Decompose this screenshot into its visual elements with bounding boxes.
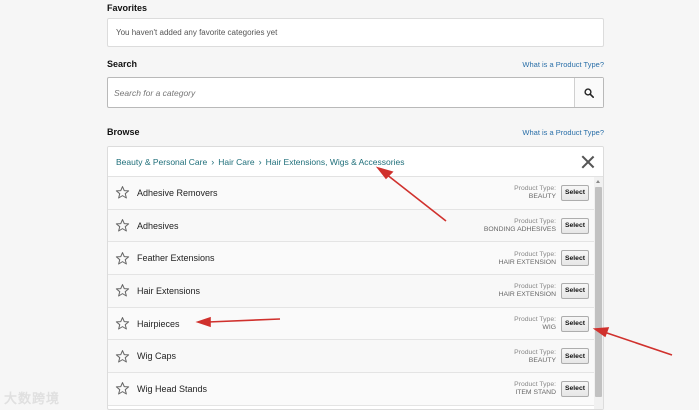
star-icon[interactable] (115, 283, 130, 298)
category-name: Hair Extensions (137, 285, 201, 296)
breadcrumb: Beauty & Personal Care › Hair Care › Hai… (108, 147, 603, 177)
list-item[interactable]: Adhesive Removers Product Type: BEAUTY Sele… (108, 177, 594, 210)
category-name: Wig Caps (137, 351, 177, 362)
category-name: Adhesive Removers (137, 187, 218, 198)
star-icon[interactable] (115, 218, 130, 233)
list-item[interactable]: Feather Extensions Product Type: HAIR EXTE… (108, 242, 594, 276)
product-type-value: BONDING ADHESIVES (483, 226, 556, 234)
breadcrumb-item-hair-extensions[interactable]: Hair Extensions, Wigs & Accessories (266, 157, 405, 167)
product-type-label: Product Type: (514, 185, 556, 193)
product-type-label: Product Type: (514, 218, 556, 226)
browse-title: Browse (107, 127, 140, 137)
search-help-link[interactable]: What is a Product Type? (522, 60, 604, 69)
product-type: Product Type: HAIR EXTENSION (499, 251, 556, 266)
search-icon (584, 87, 594, 98)
product-type-label: Product Type: (514, 250, 556, 258)
star-icon[interactable] (115, 251, 130, 266)
product-type-value: BEAUTY (528, 193, 556, 201)
select-button[interactable]: Select (561, 282, 589, 299)
product-type: Product Type: BEAUTY (514, 185, 556, 200)
select-button[interactable]: Select (561, 380, 589, 397)
category-name: Feather Extensions (137, 253, 215, 264)
favorites-empty-text: You haven't added any favorite categorie… (116, 28, 278, 37)
product-type: Product Type: HAIR EXTENSION (499, 283, 556, 298)
select-button[interactable]: Select (561, 217, 589, 234)
watermark: 大数跨境 (4, 391, 61, 406)
product-type-label: Product Type: (514, 316, 556, 324)
browse-panel: Beauty & Personal Care › Hair Care › Hai… (107, 146, 604, 410)
list-item[interactable]: Hairpieces Product Type: WIG Select (108, 307, 594, 341)
star-icon[interactable] (115, 349, 130, 364)
product-type-value: WIG (542, 324, 556, 332)
product-type-value: ITEM STAND (515, 389, 556, 397)
product-type-label: Product Type: (514, 283, 556, 291)
category-name: Adhesives (137, 220, 179, 231)
breadcrumb-chevron-icon: › (211, 156, 215, 167)
search-button[interactable] (574, 78, 603, 107)
scrollbar-thumb[interactable] (595, 187, 602, 397)
favorites-box: You haven't added any favorite categorie… (107, 18, 604, 47)
product-type-value: HAIR EXTENSION (498, 291, 556, 299)
list-item[interactable]: Wig Head Stands Product Type: ITEM STAND Se… (108, 373, 594, 406)
product-type: Product Type: WIG (514, 316, 556, 331)
breadcrumb-item-hair-care[interactable]: Hair Care (218, 157, 254, 167)
search-input[interactable] (108, 78, 574, 107)
select-button[interactable]: Select (561, 250, 589, 267)
product-type-label: Product Type: (514, 348, 556, 356)
scroll-up-icon[interactable] (596, 180, 600, 183)
star-icon[interactable] (115, 381, 130, 396)
category-name: Wig Head Stands (137, 383, 208, 394)
search-field (107, 77, 604, 108)
category-list: Adhesive Removers Product Type: BEAUTY Sele… (108, 177, 594, 409)
select-button[interactable]: Select (561, 184, 589, 201)
select-button[interactable]: Select (561, 315, 589, 332)
product-type-value: HAIR EXTENSION (498, 258, 556, 266)
breadcrumb-chevron-icon: › (258, 156, 262, 167)
select-button[interactable]: Select (561, 348, 589, 365)
product-type: Product Type: BONDING ADHESIVES (484, 218, 556, 233)
list-item[interactable]: Adhesives Product Type: BONDING ADHESIVES S… (108, 209, 594, 243)
star-icon[interactable] (115, 316, 130, 331)
product-type-label: Product Type: (514, 381, 556, 389)
product-type-value: BEAUTY (528, 356, 556, 364)
product-type: Product Type: ITEM STAND (514, 381, 556, 396)
star-icon[interactable] (115, 185, 130, 200)
scrollbar[interactable] (594, 177, 603, 409)
annotation-arrow-select (603, 331, 673, 356)
browse-help-link[interactable]: What is a Product Type? (522, 128, 604, 137)
breadcrumb-item-beauty[interactable]: Beauty & Personal Care (116, 157, 207, 167)
favorites-title: Favorites (107, 3, 148, 13)
list-item[interactable]: Wig Caps Product Type: BEAUTY Select (108, 340, 594, 374)
search-title: Search (107, 59, 138, 69)
list-item[interactable]: Hair Extensions Product Type: HAIR EXTENSI… (108, 275, 594, 308)
category-name: Hairpieces (137, 318, 180, 329)
product-type: Product Type: BEAUTY (514, 349, 556, 364)
close-icon[interactable] (581, 155, 595, 169)
